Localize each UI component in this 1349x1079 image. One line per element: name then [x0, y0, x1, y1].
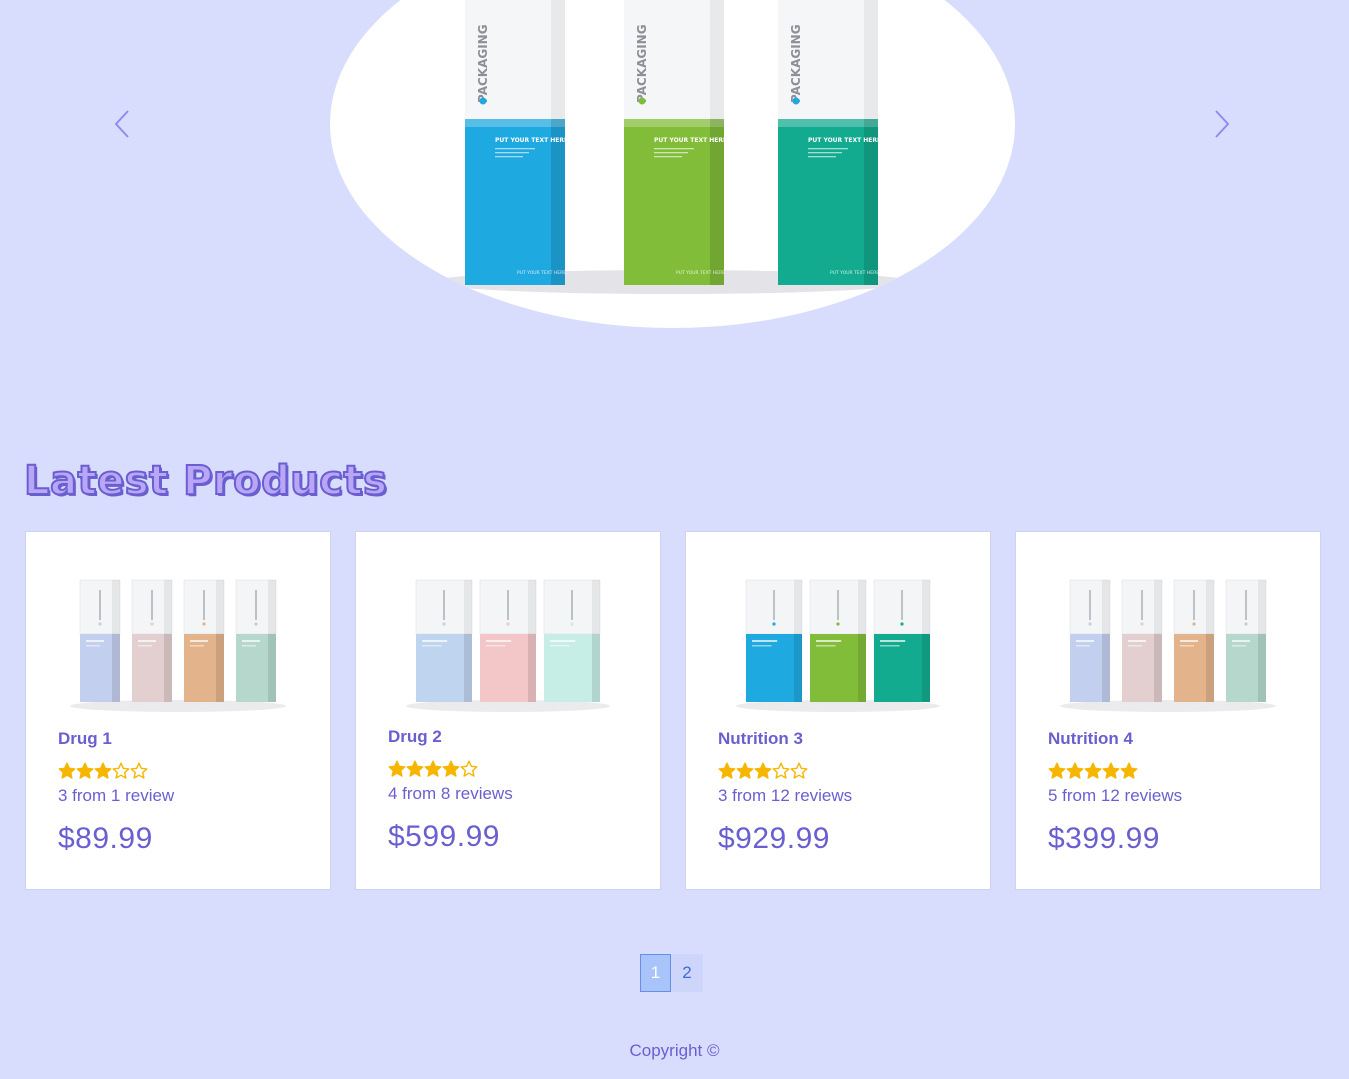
- star-icon: [754, 762, 772, 779]
- product-image[interactable]: [58, 566, 298, 716]
- product-image[interactable]: [718, 566, 958, 716]
- star-icon: [1102, 762, 1120, 779]
- product-rating-stars: [58, 762, 148, 780]
- star-icon: [1120, 762, 1138, 779]
- product-image[interactable]: [388, 566, 628, 716]
- star-icon: [442, 760, 460, 777]
- product-review-count: 5 from 12 reviews: [1048, 786, 1183, 805]
- star-icon: [406, 760, 424, 777]
- product-review-count: 4 from 8 reviews: [388, 784, 513, 803]
- product-price: $89.99: [58, 822, 153, 855]
- star-icon: [460, 760, 478, 777]
- star-icon: [718, 762, 736, 779]
- hero-packaging-image: PACKAGING PUT YOUR TEXT HERE PUT YOUR TEXT…: [432, 0, 912, 294]
- hero-carousel: PACKAGING PUT YOUR TEXT HERE PUT YOUR TEXT…: [0, 0, 1349, 340]
- star-icon: [388, 760, 406, 777]
- product-card[interactable]: Drug 2 4 from 8 reviews $599.99: [355, 531, 661, 890]
- product-grid: Drug 1 3 from 1 review $89.99 Drug 2 4 f…: [25, 531, 1321, 890]
- star-icon: [790, 762, 808, 779]
- star-icon: [130, 762, 148, 779]
- product-price: $929.99: [718, 822, 830, 855]
- svg-text:PUT YOUR TEXT HERE: PUT YOUR TEXT HERE: [654, 137, 727, 144]
- section-title: Latest Products: [23, 457, 388, 505]
- star-icon: [94, 762, 112, 779]
- product-price: $399.99: [1048, 822, 1160, 855]
- star-icon: [58, 762, 76, 779]
- svg-text:PACKAGING: PACKAGING: [476, 24, 490, 103]
- product-rating-stars: [718, 762, 808, 780]
- star-icon: [772, 762, 790, 779]
- star-icon: [736, 762, 754, 779]
- svg-text:PACKAGING: PACKAGING: [789, 24, 803, 103]
- product-name[interactable]: Nutrition 3: [718, 729, 803, 749]
- product-card[interactable]: Nutrition 4 5 from 12 reviews $399.99: [1015, 531, 1321, 890]
- product-price: $599.99: [388, 820, 500, 853]
- star-icon: [1048, 762, 1066, 779]
- svg-text:PUT YOUR TEXT HERE: PUT YOUR TEXT HERE: [808, 137, 881, 144]
- chevron-right-icon: [1215, 110, 1230, 138]
- product-rating-stars: [1048, 762, 1138, 780]
- pagination: 1 2: [640, 954, 703, 992]
- product-image[interactable]: [1048, 566, 1288, 716]
- product-name[interactable]: Nutrition 4: [1048, 729, 1133, 749]
- page-2-button[interactable]: 2: [671, 954, 703, 992]
- product-card[interactable]: Nutrition 3 3 from 12 reviews $929.99: [685, 531, 991, 890]
- carousel-prev-button[interactable]: [107, 108, 137, 140]
- product-rating-stars: [388, 760, 478, 778]
- product-review-count: 3 from 1 review: [58, 786, 175, 805]
- footer-copyright: Copyright ©: [629, 1041, 720, 1060]
- chevron-left-icon: [114, 110, 129, 138]
- svg-text:PUT YOUR TEXT HERE: PUT YOUR TEXT HERE: [676, 270, 725, 276]
- svg-text:PACKAGING: PACKAGING: [635, 24, 649, 103]
- carousel-next-button[interactable]: [1207, 108, 1237, 140]
- product-review-count: 3 from 12 reviews: [718, 786, 853, 805]
- product-name[interactable]: Drug 2: [388, 727, 442, 747]
- svg-text:PUT YOUR TEXT HERE: PUT YOUR TEXT HERE: [495, 137, 568, 144]
- star-icon: [76, 762, 94, 779]
- star-icon: [112, 762, 130, 779]
- product-name[interactable]: Drug 1: [58, 729, 112, 749]
- star-icon: [1066, 762, 1084, 779]
- star-icon: [424, 760, 442, 777]
- svg-text:PUT YOUR TEXT HERE: PUT YOUR TEXT HERE: [830, 270, 879, 276]
- star-icon: [1084, 762, 1102, 779]
- page-1-button[interactable]: 1: [640, 954, 671, 992]
- svg-text:PUT YOUR TEXT HERE: PUT YOUR TEXT HERE: [517, 270, 566, 276]
- product-card[interactable]: Drug 1 3 from 1 review $89.99: [25, 531, 331, 890]
- hero-slide-image: PACKAGING PUT YOUR TEXT HERE PUT YOUR TEXT…: [330, 0, 1015, 328]
